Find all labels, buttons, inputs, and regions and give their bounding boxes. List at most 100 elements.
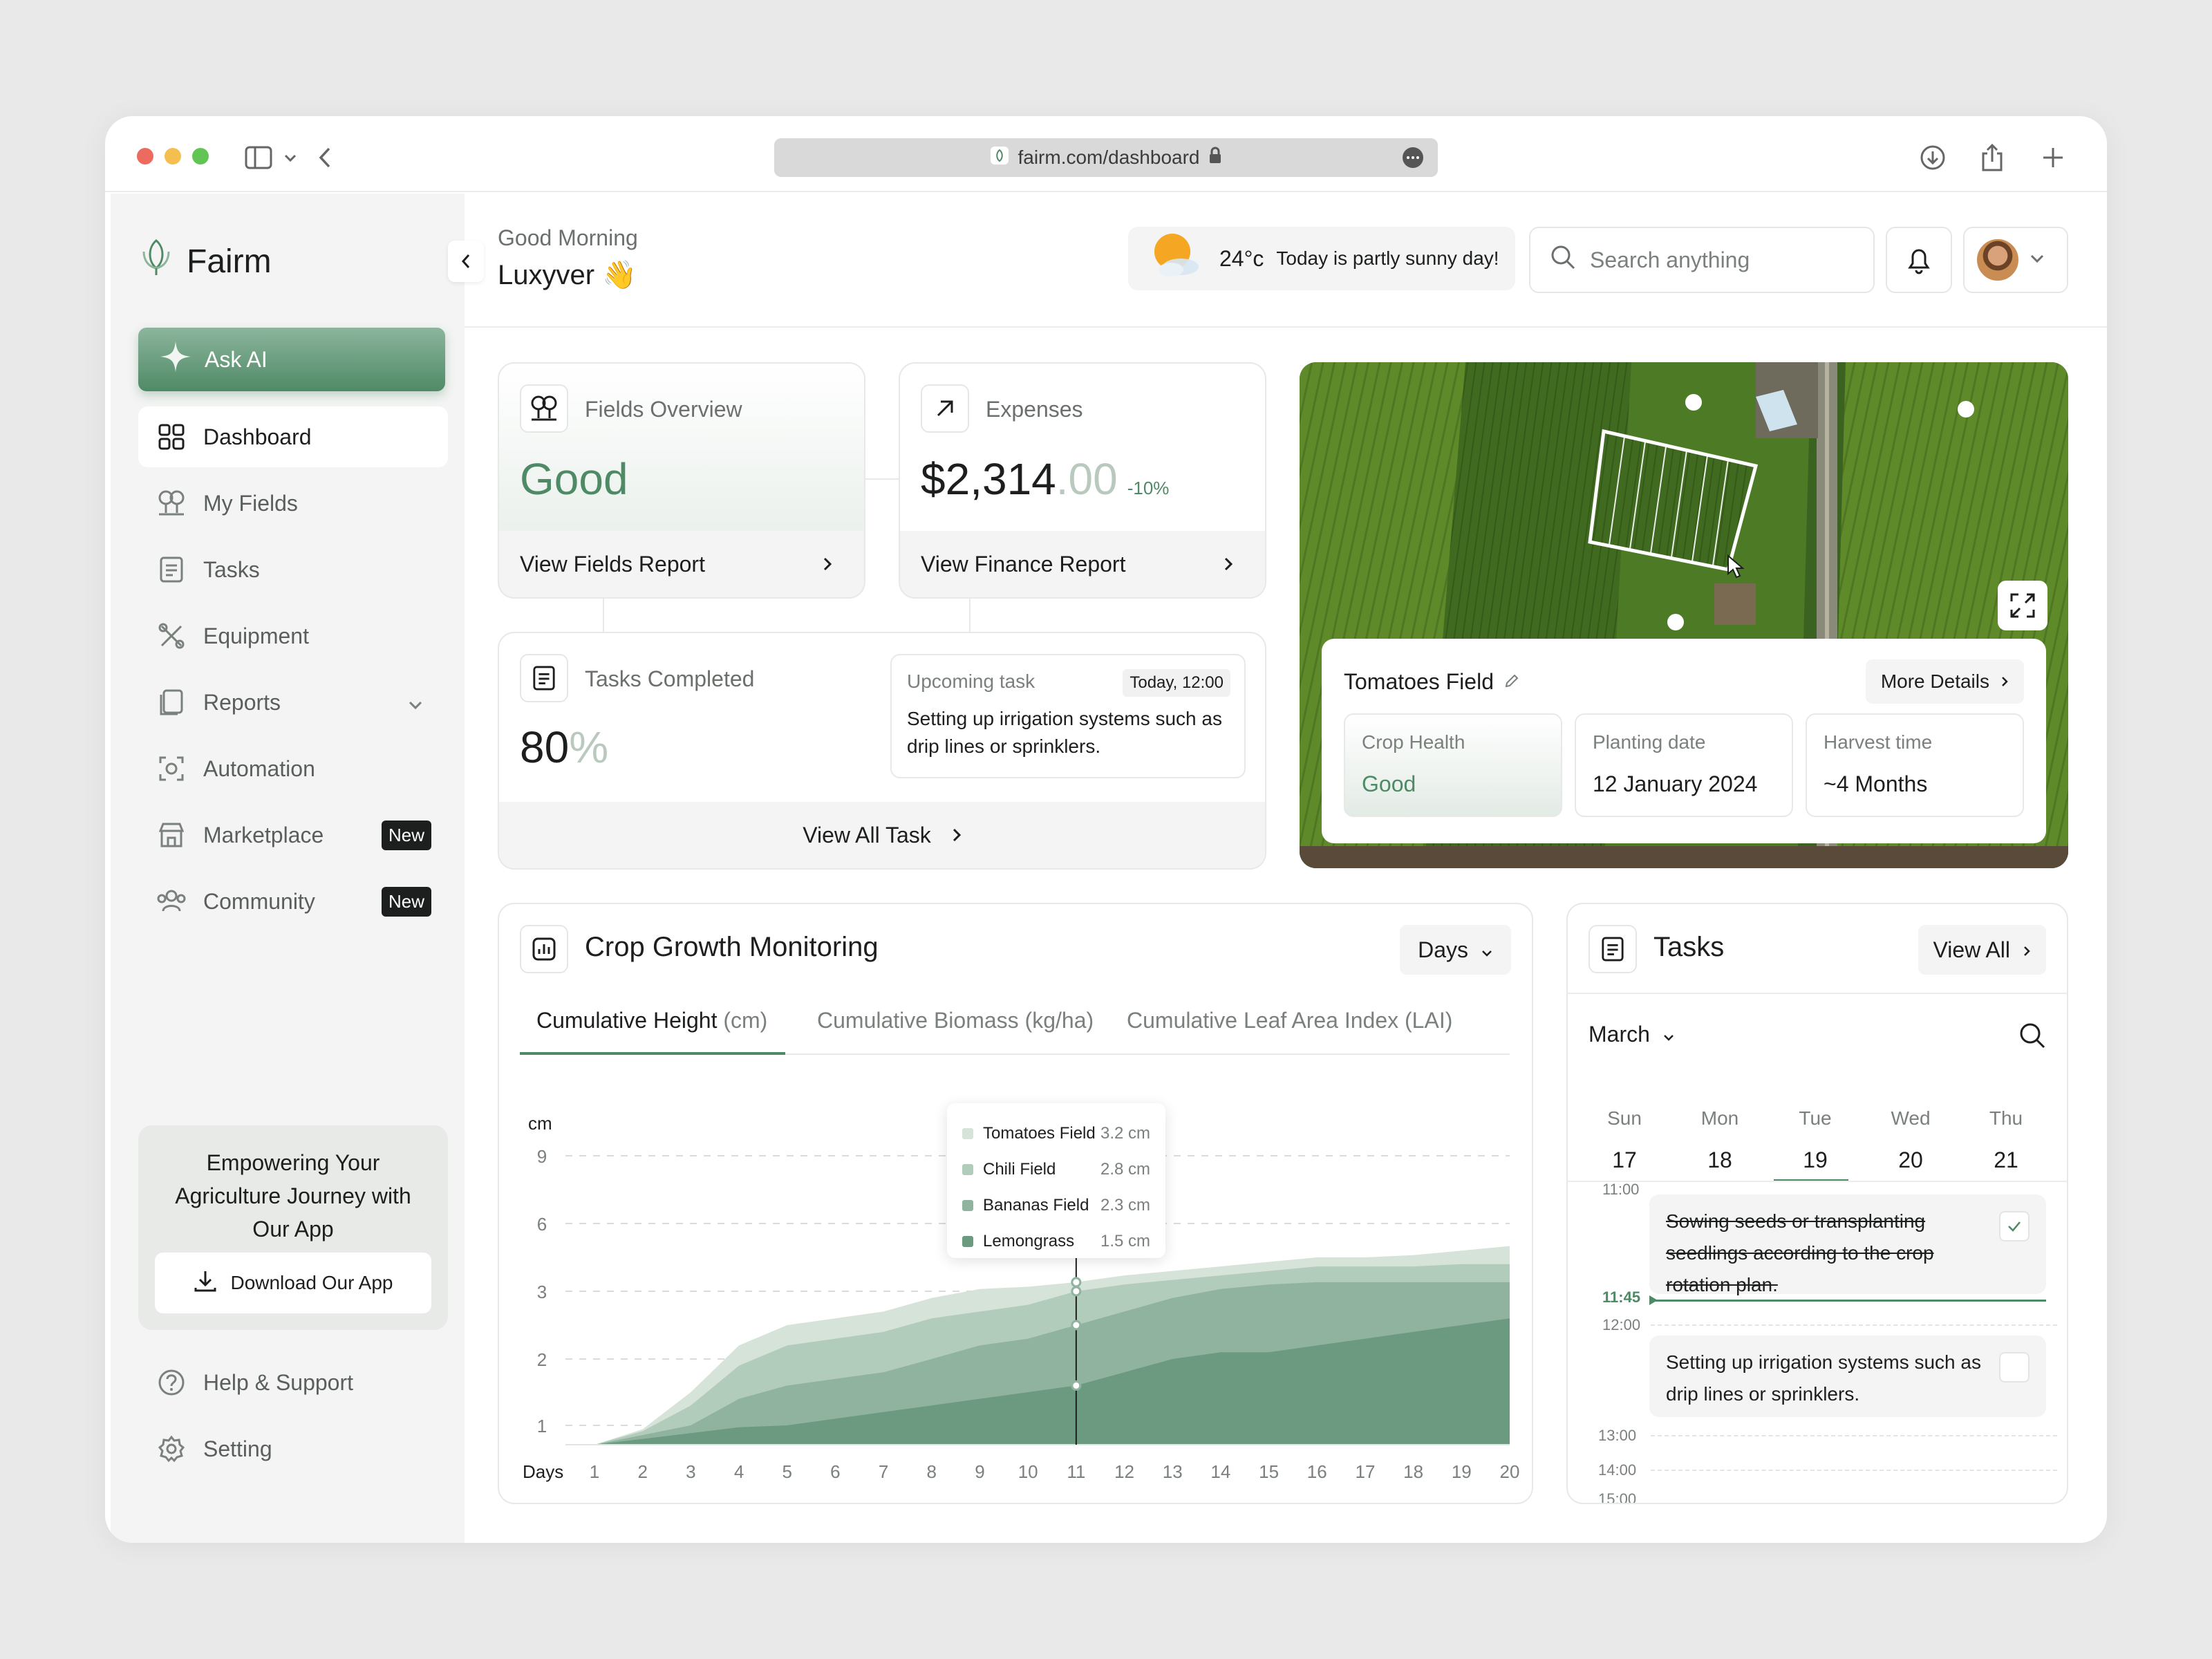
task-checkbox[interactable] xyxy=(1999,1352,2030,1382)
tab-cumulative-lai[interactable]: Cumulative Leaf Area Index (LAI) xyxy=(1127,1008,1452,1033)
tooltip-row: Tomatoes Field 3.2 cm xyxy=(962,1116,1150,1152)
period-select[interactable]: Days xyxy=(1400,925,1511,975)
sidebar-item-automation[interactable]: Automation xyxy=(138,738,448,799)
trees-icon xyxy=(156,488,187,518)
day-sun[interactable]: Sun 17 xyxy=(1583,1107,1666,1173)
map-pin[interactable] xyxy=(1685,394,1702,411)
weather-text: Today is partly sunny day! xyxy=(1276,247,1499,269)
ask-ai-label: Ask AI xyxy=(205,346,268,372)
sidebar-item-my-fields[interactable]: My Fields xyxy=(138,473,448,534)
map-pin[interactable] xyxy=(1667,614,1684,630)
task-checkbox[interactable] xyxy=(1999,1211,2030,1241)
expand-button[interactable] xyxy=(1998,581,2047,630)
view-fields-report-link[interactable]: View Fields Report xyxy=(499,531,864,597)
day-thu[interactable]: Thu 21 xyxy=(1965,1107,2047,1173)
browser-toolbar: fairm.com/dashboard xyxy=(105,116,2107,192)
help-icon xyxy=(156,1367,187,1398)
search-input[interactable]: Search anything xyxy=(1529,227,1875,293)
back-arrow-icon[interactable] xyxy=(308,141,341,174)
day-wed[interactable]: Wed 20 xyxy=(1869,1107,1952,1173)
ask-ai-button[interactable]: Ask AI xyxy=(138,328,445,391)
lock-icon xyxy=(1208,147,1222,169)
sidebar-item-marketplace[interactable]: Marketplace New xyxy=(138,805,448,865)
task-item-done[interactable]: Sowing seeds or transplanting seedlings … xyxy=(1649,1194,2046,1295)
download-app-button[interactable]: Download Our App xyxy=(155,1253,431,1313)
notifications-button[interactable] xyxy=(1886,227,1952,293)
day-mon[interactable]: Mon 18 xyxy=(1678,1107,1761,1173)
x-tick-label: 4 xyxy=(734,1461,744,1482)
sidebar-item-reports[interactable]: Reports xyxy=(138,672,448,733)
more-details-button[interactable]: More Details xyxy=(1865,659,2024,704)
close-window-button[interactable] xyxy=(137,148,153,165)
day-tue[interactable]: Tue 19 xyxy=(1774,1107,1857,1182)
sidebar-item-community[interactable]: Community New xyxy=(138,871,448,932)
view-all-tasks-button[interactable]: View All xyxy=(1918,925,2046,975)
sidebar-item-setting[interactable]: Setting xyxy=(138,1418,448,1479)
search-icon xyxy=(1550,244,1576,276)
field-detail-card: Tomatoes Field More Details Crop Health … xyxy=(1322,639,2046,843)
chevron-down-icon[interactable] xyxy=(274,141,307,174)
sidebar-item-dashboard[interactable]: Dashboard xyxy=(138,406,448,467)
time-label: 15:00 xyxy=(1598,1490,1637,1504)
x-tick-label: 13 xyxy=(1163,1461,1183,1482)
sidebar-item-label: Equipment xyxy=(203,623,309,648)
divider xyxy=(1568,993,2067,994)
task-item[interactable]: Setting up irrigation systems such as dr… xyxy=(1649,1335,2046,1417)
minimize-window-button[interactable] xyxy=(165,148,181,165)
tooltip-row: Lemongrass 1.5 cm xyxy=(962,1224,1150,1259)
x-tick-label: 3 xyxy=(686,1461,695,1482)
x-tick-label: 8 xyxy=(927,1461,937,1482)
edit-pencil-icon[interactable] xyxy=(1503,669,1520,695)
chevron-left-icon xyxy=(461,254,470,268)
chevron-down-icon xyxy=(1662,1022,1675,1047)
chevron-down-icon xyxy=(2030,254,2045,267)
x-tick-label: 17 xyxy=(1355,1461,1375,1482)
sidebar-item-help[interactable]: Help & Support xyxy=(138,1352,448,1413)
sidebar-item-label: Tasks xyxy=(203,556,260,582)
search-icon[interactable] xyxy=(2018,1022,2046,1053)
month-select[interactable]: March xyxy=(1588,1022,1675,1047)
x-tick-label: 12 xyxy=(1114,1461,1134,1482)
download-icon[interactable] xyxy=(1916,141,1949,174)
sidebar-item-label: Reports xyxy=(203,689,281,715)
search-placeholder: Search anything xyxy=(1590,247,1750,272)
bell-icon xyxy=(1908,249,1930,274)
partly-sunny-icon xyxy=(1145,228,1207,289)
tab-cumulative-height[interactable]: Cumulative Height (cm) xyxy=(536,1008,767,1033)
maximize-window-button[interactable] xyxy=(192,148,209,165)
tasks-panel: Tasks View All March Sun 17 Mon 18 Tue 19 W… xyxy=(1566,903,2068,1504)
view-all-task-link[interactable]: View All Task xyxy=(499,802,1265,868)
card-title: Fields Overview xyxy=(585,397,742,422)
app-promo-card: Empowering Your Agriculture Journey with… xyxy=(138,1125,448,1330)
sidebar-item-label: Dashboard xyxy=(203,424,312,449)
profile-menu[interactable] xyxy=(1963,227,2068,293)
x-tick-label: 15 xyxy=(1259,1461,1279,1482)
sidebar-toggle-icon[interactable] xyxy=(242,141,275,174)
fields-status: Good xyxy=(520,454,628,504)
card-title: Crop Growth Monitoring xyxy=(585,932,879,962)
view-finance-report-link[interactable]: View Finance Report xyxy=(900,531,1265,597)
upcoming-task-box[interactable]: Upcoming task Today, 12:00 Setting up ir… xyxy=(890,654,1246,778)
sidebar-item-tasks[interactable]: Tasks xyxy=(138,539,448,600)
sidebar-item-label: Automation xyxy=(203,756,315,781)
clipboard-icon xyxy=(520,654,568,702)
tab-cumulative-biomass[interactable]: Cumulative Biomass (kg/ha) xyxy=(817,1008,1094,1033)
x-axis-label: Days xyxy=(523,1461,563,1482)
x-tick-label: 5 xyxy=(782,1461,792,1482)
brand-logo[interactable]: Fairm xyxy=(138,238,272,285)
map-pin[interactable] xyxy=(1958,401,1974,418)
more-options-icon[interactable] xyxy=(1402,147,1424,174)
chart-tooltip: Tomatoes Field 3.2 cm Chili Field 2.8 cm B… xyxy=(947,1103,1165,1258)
expenses-amount: $2,314.00 -10% xyxy=(921,454,1170,504)
share-icon[interactable] xyxy=(1976,141,2009,174)
collapse-sidebar-button[interactable] xyxy=(448,241,484,282)
expenses-card: Expenses $2,314.00 -10% View Finance Rep… xyxy=(899,362,1266,599)
new-badge: New xyxy=(381,820,431,850)
address-bar[interactable]: fairm.com/dashboard xyxy=(774,138,1438,177)
new-tab-icon[interactable] xyxy=(2036,141,2070,174)
field-title: Tomatoes Field xyxy=(1344,669,1520,695)
bar-chart-icon xyxy=(520,925,568,973)
card-title: Expenses xyxy=(986,397,1083,422)
sidebar-item-equipment[interactable]: Equipment xyxy=(138,606,448,666)
y-tick-label: 1 xyxy=(537,1416,547,1436)
